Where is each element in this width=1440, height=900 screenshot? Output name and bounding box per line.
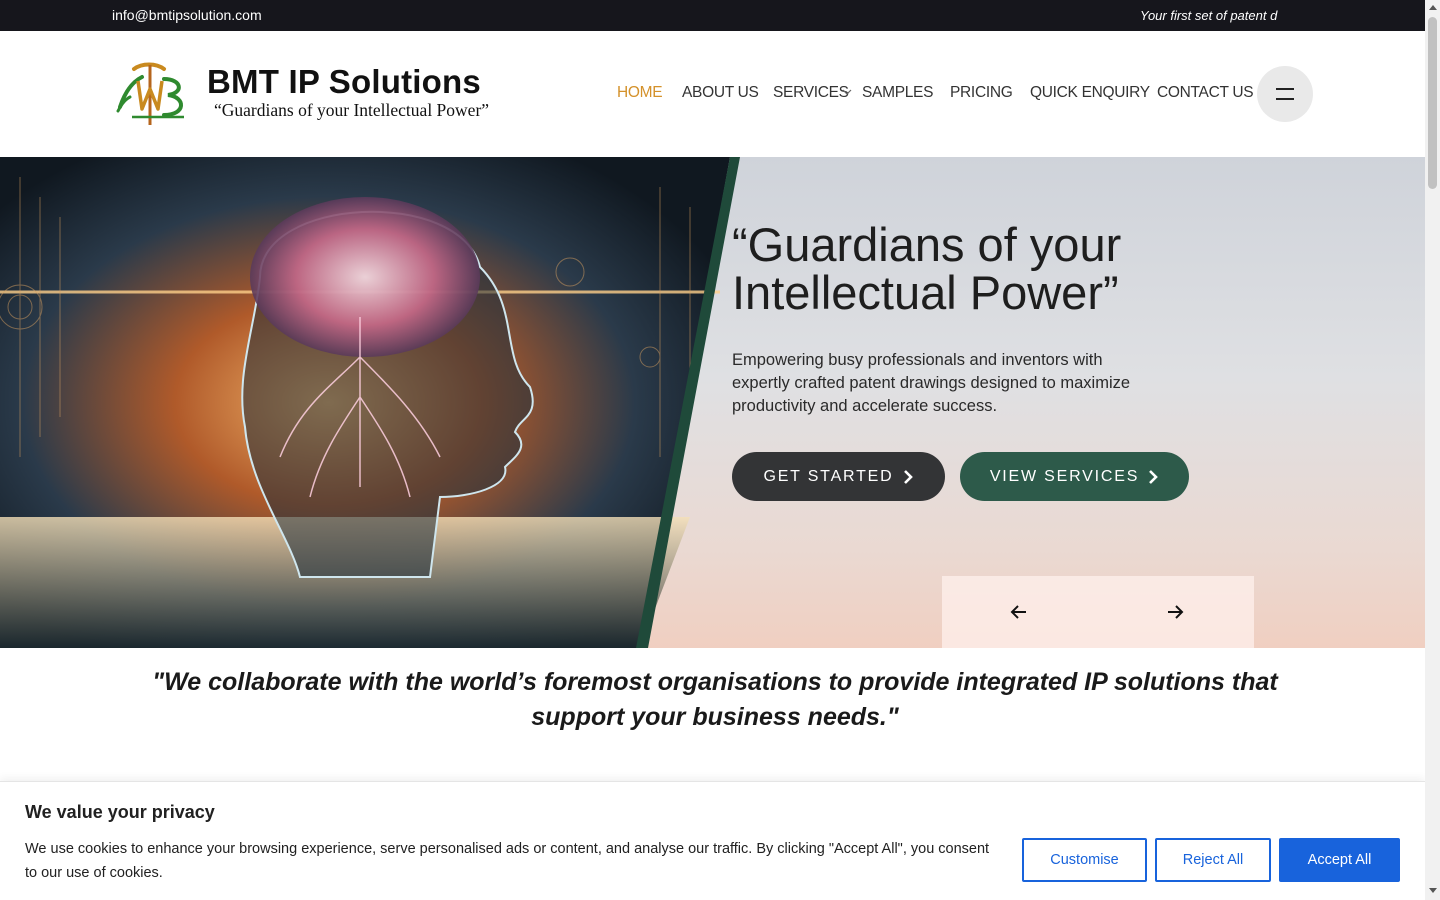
site-header: BMT IP Solutions “Guardians of your Inte…	[0, 31, 1425, 157]
brain-hero-image	[0, 157, 740, 648]
brand-name: BMT IP Solutions	[207, 63, 481, 100]
view-services-button[interactable]: VIEW SERVICES	[960, 452, 1189, 501]
mission-quote: "We collaborate with the world’s foremos…	[152, 668, 1278, 731]
cookie-text: We use cookies to enhance your browsing …	[25, 841, 990, 881]
chevron-right-icon	[1149, 469, 1159, 484]
get-started-label: GET STARTED	[763, 467, 894, 485]
nav-contact-us[interactable]: CONTACT US	[1157, 84, 1254, 102]
hero-title: “Guardians of your Intellectual Power”	[732, 221, 1232, 317]
scroll-up-icon[interactable]	[1429, 5, 1437, 10]
cookie-consent-banner: We value your privacy We use cookies to …	[0, 781, 1425, 900]
arrow-left-icon[interactable]	[1007, 600, 1031, 624]
cookie-title: We value your privacy	[25, 802, 215, 822]
nav-samples[interactable]: SAMPLES	[862, 84, 933, 102]
nav-about-us[interactable]: ABOUT US	[682, 84, 759, 102]
nav-home[interactable]: HOME	[617, 84, 663, 102]
bmt-logo-mark-icon	[116, 62, 184, 125]
contact-email-link[interactable]: info@bmtipsolution.com	[112, 7, 262, 23]
hero-description: Empowering busy professionals and invent…	[732, 351, 1131, 415]
hero-title-line-2: Intellectual Power”	[732, 266, 1119, 319]
nav-quick-enquiry[interactable]: QUICK ENQUIRY	[1030, 84, 1150, 102]
get-started-button[interactable]: GET STARTED	[732, 452, 945, 501]
page-scrollbar[interactable]	[1425, 0, 1440, 900]
chevron-down-icon[interactable]	[841, 86, 853, 98]
scroll-down-icon[interactable]	[1429, 888, 1437, 893]
nav-services[interactable]: SERVICES	[773, 84, 849, 102]
hamburger-icon	[1276, 88, 1294, 90]
site-logo[interactable]: BMT IP Solutions “Guardians of your Inte…	[112, 59, 512, 131]
view-services-label: VIEW SERVICES	[989, 467, 1140, 485]
customise-button[interactable]: Customise	[1022, 838, 1147, 882]
hero-slider: “Guardians of your Intellectual Power” E…	[0, 157, 1425, 648]
hamburger-menu-button[interactable]	[1257, 66, 1313, 122]
nav-pricing[interactable]: PRICING	[950, 84, 1013, 102]
slider-controls	[942, 576, 1254, 648]
reject-all-button[interactable]: Reject All	[1155, 838, 1271, 882]
brand-tagline: “Guardians of your Intellectual Power”	[214, 100, 490, 120]
hero-title-line-1: “Guardians of your	[732, 218, 1122, 271]
scrollbar-thumb[interactable]	[1428, 17, 1437, 189]
arrow-right-icon[interactable]	[1163, 600, 1187, 624]
top-bar: info@bmtipsolution.com Your first set of…	[0, 0, 1425, 31]
announcement-ticker: Your first set of patent d	[1140, 8, 1278, 23]
accept-all-button[interactable]: Accept All	[1279, 838, 1400, 882]
chevron-right-icon	[903, 469, 913, 484]
